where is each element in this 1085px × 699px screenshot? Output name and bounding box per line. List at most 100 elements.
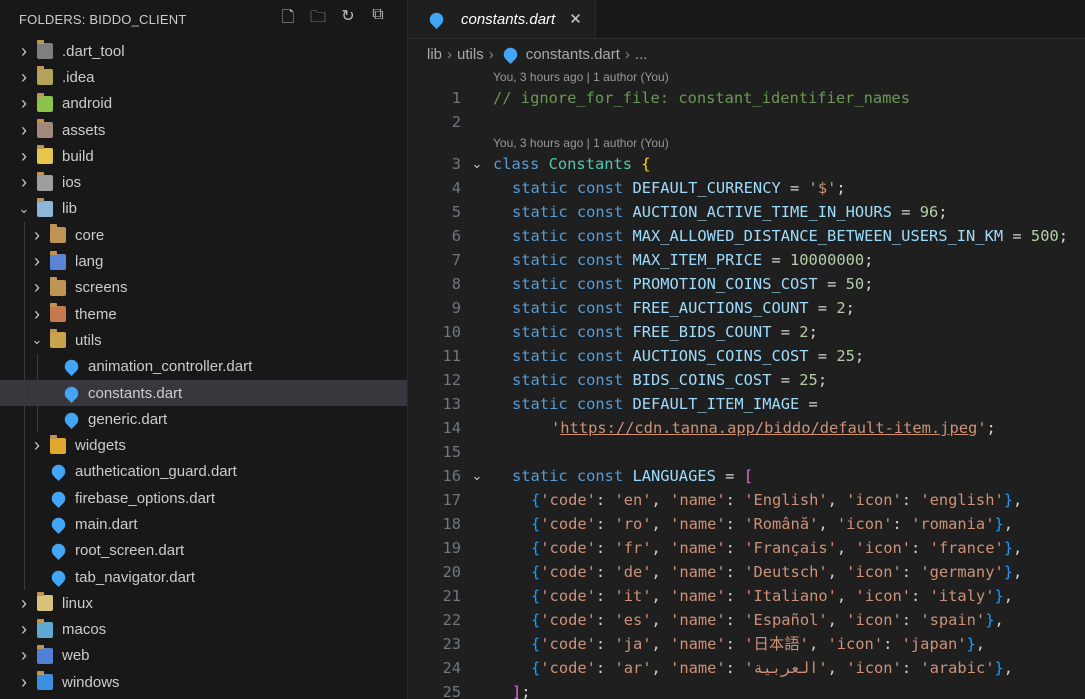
indent-guide: [24, 222, 25, 249]
code-token: {: [531, 491, 541, 509]
tree-item[interactable]: › .idea: [0, 64, 407, 90]
tree-item[interactable]: root_screen.dart: [0, 537, 407, 564]
new-file-icon[interactable]: 🗋: [278, 6, 298, 33]
code-token: ;: [845, 299, 855, 317]
tree-item[interactable]: generic.dart: [0, 406, 407, 433]
tree-item[interactable]: › theme: [0, 300, 407, 328]
line-number: 2: [451, 113, 461, 131]
code-token: :: [911, 587, 930, 605]
tree-item[interactable]: ⌄ utils: [0, 327, 407, 354]
code-token: Constants: [548, 155, 633, 173]
tree-item-label: root_screen.dart: [75, 542, 185, 560]
tree-item[interactable]: › macos: [0, 617, 407, 643]
tab-constants-dart[interactable]: constants.dart ✕: [408, 0, 596, 38]
fold-gutter: [461, 416, 493, 440]
fold-gutter: [461, 656, 493, 680]
blame-codelens[interactable]: You, 3 hours ago | 1 author (You): [408, 134, 1085, 152]
fold-gutter: [461, 536, 493, 560]
chevron-right-icon[interactable]: ›: [17, 593, 31, 614]
tree-item[interactable]: › assets: [0, 117, 407, 143]
line-number: 22: [442, 611, 461, 629]
code-text: static const DEFAULT_ITEM_IMAGE =: [493, 392, 818, 416]
refresh-icon[interactable]: ↻: [338, 6, 358, 33]
tree-item[interactable]: authetication_guard.dart: [0, 458, 407, 486]
line-number: 6: [451, 227, 461, 245]
code-token: 'english': [920, 491, 1004, 509]
blame-codelens[interactable]: You, 3 hours ago | 1 author (You): [408, 68, 1085, 86]
chevron-down-icon[interactable]: ⌄: [30, 332, 44, 348]
chevron-right-icon[interactable]: ›: [17, 41, 31, 62]
tree-item[interactable]: constants.dart: [0, 379, 407, 407]
chevron-right-icon[interactable]: ›: [17, 120, 31, 141]
chevron-right-icon[interactable]: ›: [17, 619, 31, 640]
code-token: ;: [521, 683, 531, 699]
tree-item-label: lib: [62, 200, 78, 218]
chevron-right-icon[interactable]: ›: [17, 146, 31, 167]
breadcrumb-lib[interactable]: lib: [427, 46, 442, 63]
fold-chevron-icon[interactable]: ⌄: [461, 464, 493, 488]
breadcrumb: lib › utils › constants.dart › ...: [408, 39, 1085, 69]
chevron-right-icon[interactable]: ›: [30, 435, 44, 456]
code-token: =: [1003, 227, 1031, 245]
collapse-all-icon[interactable]: ⧉: [368, 6, 388, 33]
code-token: :: [595, 563, 615, 581]
line-number: 7: [451, 251, 461, 269]
tree-item[interactable]: › core: [0, 222, 407, 249]
fold-gutter: [461, 560, 493, 584]
chevron-right-icon[interactable]: ›: [30, 225, 44, 246]
code-text: static const DEFAULT_CURRENCY = '$';: [493, 176, 846, 200]
chevron-down-icon[interactable]: ⌄: [17, 201, 31, 217]
indent-guide: [24, 300, 25, 328]
tree-item[interactable]: › lang: [0, 248, 407, 275]
code-token: ,: [651, 563, 671, 581]
code-text: {'code': 'es', 'name': 'Español', 'icon'…: [493, 608, 1004, 632]
tree-item[interactable]: › ios: [0, 169, 407, 195]
chevron-right-icon[interactable]: ›: [30, 277, 44, 298]
chevron-right-icon[interactable]: ›: [17, 67, 31, 88]
tree-item[interactable]: tab_navigator.dart: [0, 563, 407, 591]
tree-item[interactable]: firebase_options.dart: [0, 485, 407, 512]
tree-item[interactable]: › web: [0, 643, 407, 669]
chevron-right-icon[interactable]: ›: [17, 172, 31, 193]
tree-item[interactable]: › .dart_tool: [0, 38, 407, 64]
tree-item[interactable]: › linux: [0, 590, 407, 616]
chevron-right-icon[interactable]: ›: [30, 304, 44, 325]
tree-item[interactable]: main.dart: [0, 511, 407, 538]
tree-item[interactable]: › widgets: [0, 432, 407, 459]
tree-item[interactable]: › build: [0, 143, 407, 169]
tree-item[interactable]: › windows: [0, 669, 407, 695]
code-token: 50: [845, 275, 865, 293]
code-line: 24 {'code': 'ar', 'name': 'العربية', 'ico…: [408, 656, 1085, 680]
chevron-right-icon[interactable]: ›: [17, 645, 31, 666]
code-token: static const: [512, 203, 633, 221]
chevron-right-icon[interactable]: ›: [30, 251, 44, 272]
code-token: }: [994, 587, 1004, 605]
code-token: {: [531, 635, 541, 653]
code-token: ]: [512, 683, 522, 699]
tree-item[interactable]: › screens: [0, 274, 407, 301]
code-token[interactable]: https://cdn.tanna.app/biddo/default-item…: [560, 419, 977, 437]
breadcrumb-symbols[interactable]: ...: [635, 46, 648, 63]
tree-item[interactable]: animation_controller.dart: [0, 353, 407, 380]
tree-item-label: lang: [75, 253, 104, 271]
folder-icon: [50, 303, 66, 323]
tree-item[interactable]: › android: [0, 91, 407, 117]
fold-chevron-icon[interactable]: ⌄: [461, 152, 493, 176]
breadcrumb-utils[interactable]: utils: [457, 46, 484, 63]
new-folder-icon[interactable]: 🗀: [308, 6, 328, 33]
tree-item[interactable]: ⌄ lib: [0, 196, 407, 222]
code-token: ;: [1058, 227, 1069, 245]
code-line: 3 ⌄ class Constants {: [408, 152, 1085, 176]
folder-icon: [50, 224, 66, 244]
code-view[interactable]: You, 3 hours ago | 1 author (You) 1 // ign…: [408, 68, 1085, 699]
dart-file-icon: [500, 44, 520, 64]
indent-guide: [37, 353, 38, 380]
code-token: static const: [512, 323, 633, 341]
chevron-right-icon[interactable]: ›: [17, 672, 31, 693]
close-icon[interactable]: ✕: [569, 10, 582, 28]
chevron-right-icon[interactable]: ›: [17, 93, 31, 114]
code-token: 'icon': [846, 611, 902, 629]
dart-file-icon: [61, 357, 82, 377]
breadcrumb-file[interactable]: constants.dart: [526, 46, 620, 63]
code-token: 'ar': [614, 659, 652, 677]
